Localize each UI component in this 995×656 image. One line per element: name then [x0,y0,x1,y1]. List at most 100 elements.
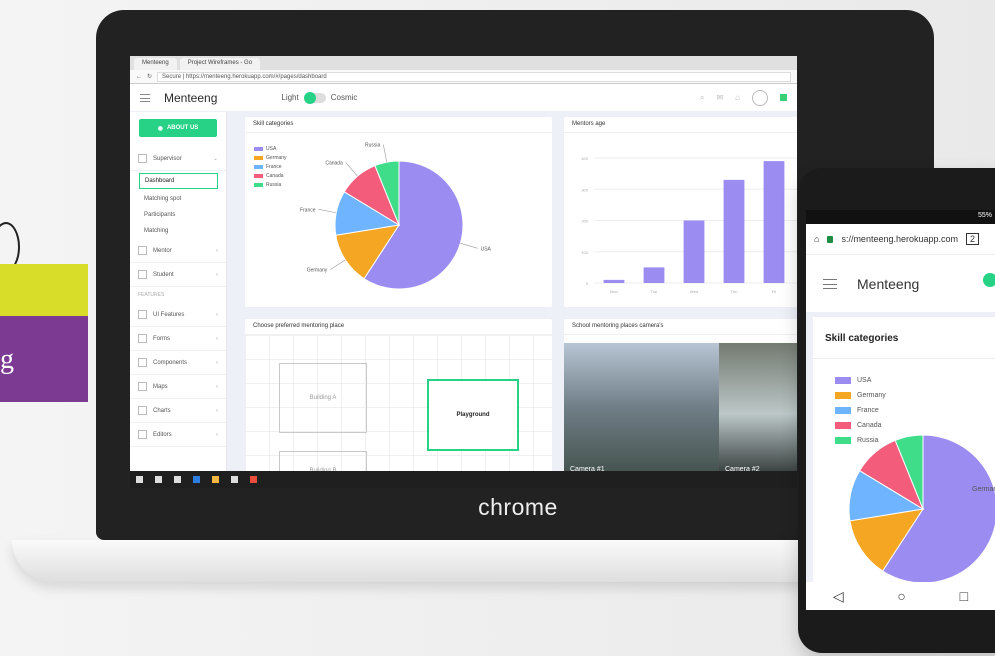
home-icon[interactable]: ⌂ [814,234,819,244]
tab-count-badge[interactable]: 2 [966,233,980,245]
preferred-place-card: Choose preferred mentoring place Buildin… [245,319,552,479]
mentor-icon [138,246,147,255]
chevron-left-icon: ‹ [216,431,218,438]
phone-url-text: s://menteeng.herokuapp.com [841,234,959,244]
search-icon[interactable]: ⌕ [700,93,704,103]
theme-cosmic-label: Cosmic [330,93,358,102]
sidebar-label: Mentor [153,247,172,254]
chevron-left-icon: ‹ [216,311,218,318]
playground-area[interactable]: Playground [427,379,519,451]
back-icon[interactable]: ← [136,74,142,80]
camera-feed-2[interactable]: Camera #2 [719,343,797,479]
windows-taskbar [130,471,797,488]
laptop-screen: Menteeng Project Wireframes - Go ← ↻ Sec… [130,56,797,488]
x-axis-tick-label: Thu [731,289,738,294]
sidebar-item-mentor[interactable]: Mentor ‹ [130,239,226,263]
sidebar-item-dashboard[interactable]: Dashboard [139,173,218,189]
android-navigation-bar: ◁ ○ □ [806,582,995,610]
sidebar-label: Maps [153,383,168,390]
folder-icon[interactable] [212,476,219,483]
pie-label: France [300,207,316,213]
bar-wed[interactable] [683,220,705,284]
phone-theme-toggle[interactable] [983,273,995,287]
about-us-button[interactable]: ◉ ABOUT US [139,119,217,137]
pie-label-line [330,259,346,270]
sidebar-item-supervisor[interactable]: Supervisor ⌄ [130,147,226,171]
task-view-icon[interactable] [174,476,181,483]
building-a[interactable]: Building A [279,363,367,433]
chevron-left-icon: ‹ [216,383,218,390]
phone-skill-card: Skill categories USA Germany France Cana… [813,317,995,599]
menu-icon[interactable] [140,93,150,102]
sidebar-item-matching-spot[interactable]: Matching spot [130,191,226,207]
sidebar-label: Student [153,271,174,278]
url-input[interactable]: Secure | https://menteeng.herokuapp.com/… [157,71,791,82]
phone-pie-label: Germany [972,486,995,493]
browser-address-bar: ← ↻ Secure | https://menteeng.herokuapp.… [130,70,797,84]
sidebar-item-ui-features[interactable]: UI Features ‹ [130,303,226,327]
sidebar-label: Forms [153,335,170,342]
skill-pie-chart: USA Germany France Canada Russia [300,143,492,290]
sidebar-item-components[interactable]: Components ‹ [130,351,226,375]
phone-address-bar[interactable]: ⌂ s://menteeng.herokuapp.com 2 [806,224,995,254]
pie-label: Germany [307,268,328,274]
sidebar-item-participants[interactable]: Participants [130,207,226,223]
y-axis-tick-label: 100 [581,250,588,255]
sidebar-item-charts[interactable]: Charts ‹ [130,399,226,423]
bar-thu[interactable] [723,179,745,283]
sidebar-item-editors[interactable]: Editors ‹ [130,423,226,447]
browser-tab[interactable]: Menteeng [134,58,177,70]
sidebar-item-student[interactable]: Student ‹ [130,263,226,287]
app-header: Menteeng Light Cosmic ⌕ ✉ ⌂ [130,84,797,112]
apps-grid-icon[interactable] [780,94,787,101]
skill-categories-card: Skill categories USA Germany France Cana… [245,117,552,307]
search-icon[interactable] [155,476,162,483]
reload-icon[interactable]: ↻ [147,73,152,80]
chevron-left-icon: ‹ [216,247,218,254]
github-icon: ◉ [157,125,163,132]
decorative-purple-panel: g [0,316,88,402]
features-heading: FEATURES [138,292,165,298]
bar-fri[interactable] [763,161,785,283]
windows-icon[interactable] [136,476,143,483]
browser-tab[interactable]: Project Wireframes - Go [179,58,261,70]
phone-skill-pie-chart: GermanyRu [848,434,995,584]
bar-tue[interactable] [643,267,665,283]
home-circle-icon[interactable]: ○ [897,588,905,604]
theme-toggle[interactable] [303,91,326,104]
y-axis-tick-label: 200 [581,219,588,224]
sidebar-item-forms[interactable]: Forms ‹ [130,327,226,351]
recents-icon[interactable]: □ [960,588,968,604]
phone-menu-icon[interactable] [823,278,837,289]
avatar[interactable] [752,89,768,106]
app-logo[interactable]: Menteeng [164,91,217,105]
about-us-label: ABOUT US [166,125,199,131]
card-title: School mentoring places camera's [564,319,797,335]
camera-feed-1[interactable]: Camera #1 [564,343,719,479]
y-axis-tick-label: 0 [586,281,589,286]
sidebar-item-maps[interactable]: Maps ‹ [130,375,226,399]
components-icon [138,358,147,367]
browser-tabs: Menteeng Project Wireframes - Go [130,56,797,70]
sidebar: ◉ ABOUT US Supervisor ⌄ Dashboard Matching… [130,112,227,479]
edge-icon[interactable] [193,476,200,483]
store-icon[interactable] [231,476,238,483]
x-axis-tick-label: Wed [690,289,698,294]
secure-label: Secure [162,73,182,80]
pie-label-line [460,242,478,249]
pie-label-line [383,144,388,163]
mail-icon[interactable]: ✉ [716,93,723,102]
sidebar-label: Components [153,359,188,366]
editors-icon [138,430,147,439]
chevron-left-icon: ‹ [216,359,218,366]
chrome-icon[interactable] [250,476,257,483]
y-axis-tick-label: 300 [581,187,588,192]
phone-app-header: Menteeng [806,254,995,312]
bar-mon[interactable] [603,279,625,283]
pie-label: USA [481,246,492,252]
back-icon[interactable]: ◁ [833,588,844,605]
bell-icon[interactable]: ⌂ [735,93,740,102]
phone-logo[interactable]: Menteeng [857,276,919,292]
card-title: Mentors age [564,117,797,133]
sidebar-item-matching[interactable]: Matching [130,223,226,239]
